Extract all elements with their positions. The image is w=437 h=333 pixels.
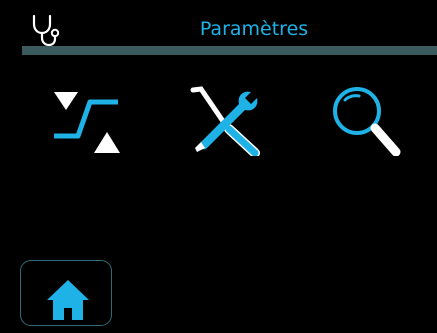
transitions-button[interactable] bbox=[48, 86, 128, 156]
magnifier-icon bbox=[333, 87, 401, 156]
page-title: Paramètres bbox=[199, 18, 309, 40]
search-button[interactable] bbox=[325, 86, 405, 156]
header-bar: Paramètres bbox=[0, 0, 437, 47]
tools-button[interactable] bbox=[185, 86, 265, 156]
header-divider bbox=[22, 46, 437, 55]
wrench-screwdriver-icon bbox=[190, 86, 260, 156]
triangles-transition-icon bbox=[54, 92, 120, 153]
home-icon bbox=[47, 280, 89, 320]
home-button[interactable] bbox=[20, 260, 112, 326]
